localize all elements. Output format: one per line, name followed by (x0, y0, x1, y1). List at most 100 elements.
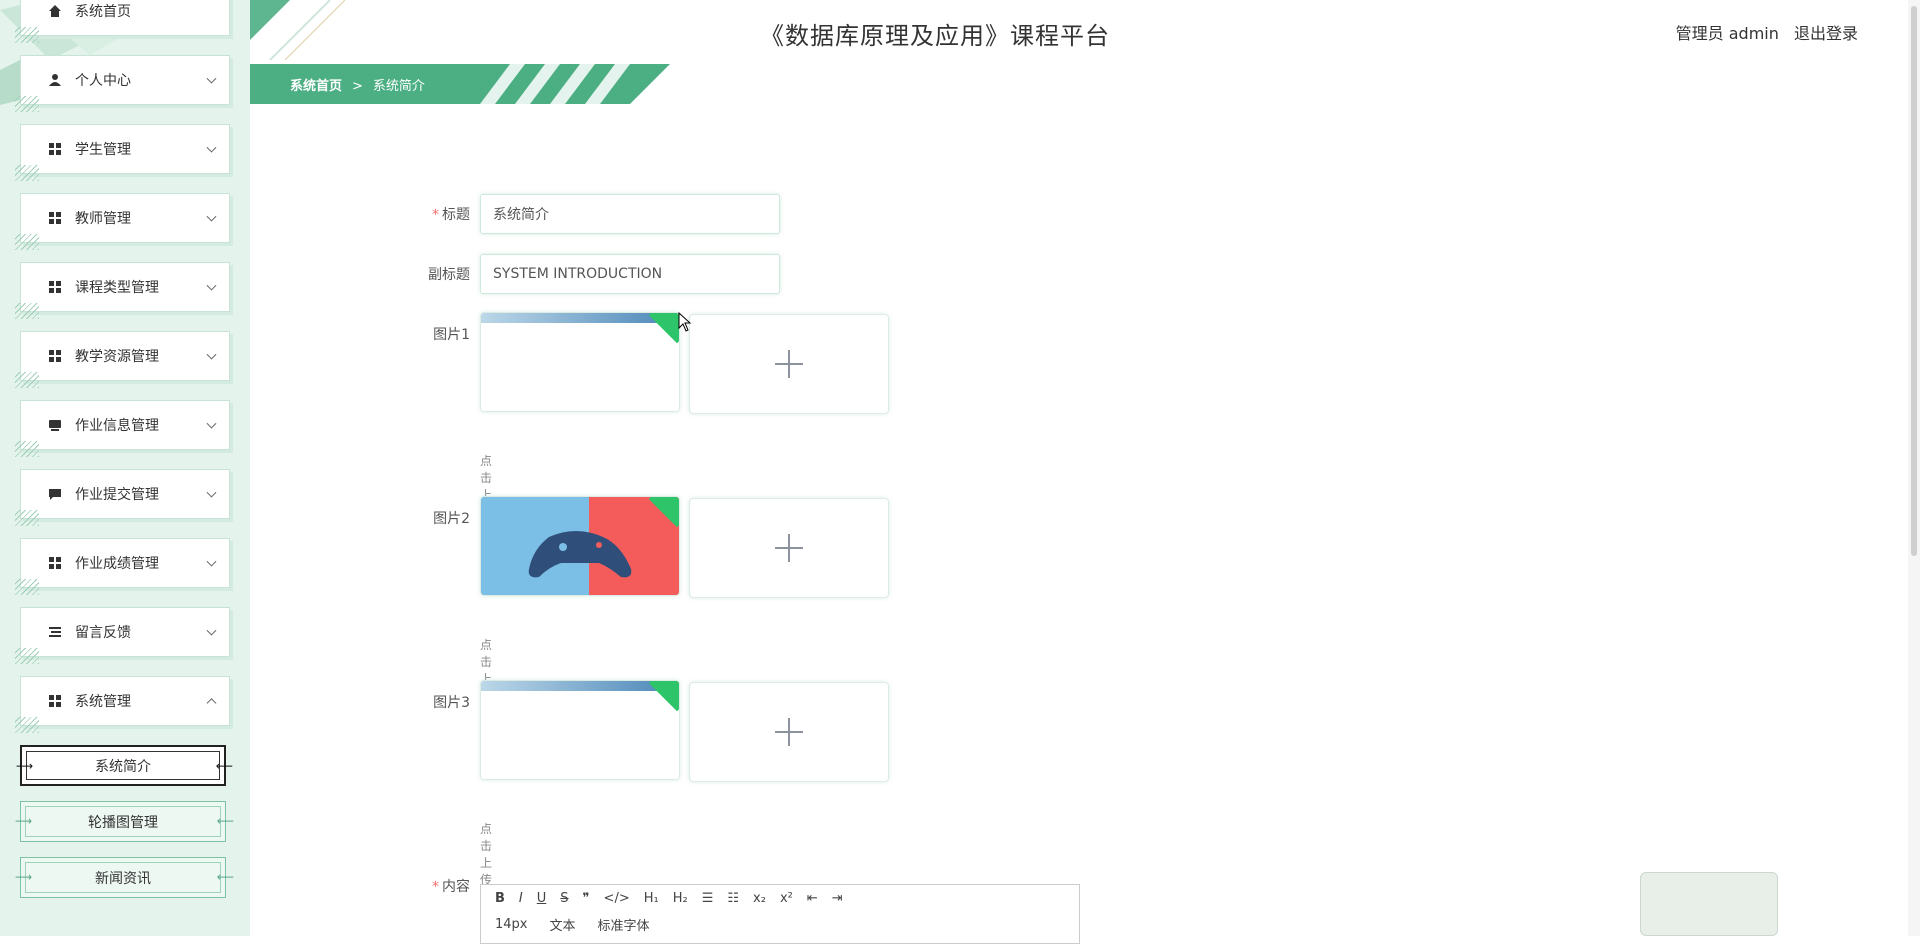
arrow-right-icon: ⟶ (16, 759, 33, 773)
breadcrumb-home[interactable]: 系统首页 (290, 79, 342, 94)
hatch-decoration (15, 27, 39, 43)
chevron-up-icon (206, 698, 217, 709)
editor-tool-1[interactable]: I (519, 891, 523, 906)
hatch-decoration (15, 579, 39, 595)
editor-tool-7[interactable]: H₂ (673, 891, 688, 906)
title-label: * 标题 (432, 207, 470, 223)
editor-tool-0[interactable]: B (495, 891, 505, 906)
hatch-decoration (15, 717, 39, 733)
sidebar-item-label: 学生管理 (75, 142, 131, 158)
logout-link[interactable]: 退出登录 (1794, 24, 1858, 43)
image2-thumbnail[interactable] (480, 496, 680, 596)
sidebar-item-7[interactable]: 作业提交管理 (15, 469, 230, 526)
sidebar-item-5[interactable]: 教学资源管理 (15, 331, 230, 388)
hatch-decoration (15, 165, 39, 181)
font-size-select[interactable]: 14px (495, 917, 528, 932)
gamepad-image (481, 497, 679, 595)
editor-tool-5[interactable]: </> (604, 891, 630, 906)
editor-tool-9[interactable]: ☷ (727, 891, 739, 906)
grid-icon (47, 693, 63, 709)
content-label: * 内容 (432, 879, 470, 895)
sidebar-item-label: 系统首页 (75, 4, 131, 20)
font-family-select[interactable]: 标准字体 (598, 915, 650, 934)
subtitle-label: 副标题 (428, 267, 470, 283)
user-bar: 管理员 admin 退出登录 (1666, 20, 1858, 44)
grid-icon (47, 141, 63, 157)
breadcrumb-separator: > (352, 79, 363, 94)
image1-label: 图片1 (433, 327, 470, 343)
subtitle-input[interactable]: SYSTEM INTRODUCTION (480, 254, 780, 294)
grid-icon (47, 279, 63, 295)
hatch-decoration (15, 96, 39, 112)
image3-label: 图片3 (433, 695, 470, 711)
editor-tool-10[interactable]: x₂ (753, 891, 766, 906)
image2-label: 图片2 (433, 511, 470, 527)
grid-icon (47, 555, 63, 571)
sidebar-item-label: 系统管理 (75, 694, 131, 710)
page-scrollbar[interactable] (1908, 0, 1920, 936)
sidebar-item-label: 留言反馈 (75, 625, 131, 641)
image3-upload-button[interactable] (689, 682, 889, 782)
sidebar-item-label: 教师管理 (75, 211, 131, 227)
chevron-down-icon (206, 556, 217, 567)
chevron-down-icon (206, 280, 217, 291)
sidebar-item-4[interactable]: 课程类型管理 (15, 262, 230, 319)
hatch-decoration (15, 441, 39, 457)
uploaded-badge-icon (648, 313, 679, 344)
editor-tool-12[interactable]: ⇤ (807, 891, 818, 906)
sidebar-item-10[interactable]: 系统管理 (15, 676, 230, 733)
plus-icon (775, 534, 803, 562)
scrollbar-thumb[interactable] (1911, 6, 1917, 556)
user-name: 管理员 admin (1675, 24, 1779, 43)
image2-upload-button[interactable] (689, 498, 889, 598)
chevron-down-icon (206, 142, 217, 153)
page-title: 《数据库原理及应用》课程平台 (760, 22, 1110, 50)
submenu-label: 新闻资讯 (95, 870, 151, 887)
chevron-down-icon (206, 418, 217, 429)
hatch-decoration (15, 510, 39, 526)
ime-widget[interactable] (1640, 872, 1778, 936)
submenu-item-1[interactable]: ⟶ ⟵ 轮播图管理 (15, 801, 234, 842)
chevron-down-icon (206, 73, 217, 84)
submenu-label: 轮播图管理 (88, 814, 158, 831)
plus-icon (775, 350, 803, 378)
block-type-select[interactable]: 文本 (550, 915, 576, 934)
image1-thumbnail[interactable] (480, 312, 680, 412)
hatch-decoration (15, 648, 39, 664)
image3-thumbnail[interactable] (480, 680, 680, 780)
title-input[interactable]: 系统简介 (480, 194, 780, 234)
chevron-down-icon (206, 625, 217, 636)
sidebar-item-3[interactable]: 教师管理 (15, 193, 230, 250)
editor-tool-11[interactable]: x² (780, 891, 793, 906)
grid-icon (47, 348, 63, 364)
sidebar-item-label: 课程类型管理 (75, 280, 159, 296)
hatch-decoration (15, 303, 39, 319)
arrow-right-icon: ⟶ (15, 814, 32, 828)
editor-tool-4[interactable]: ❞ (583, 891, 590, 906)
editor-toolbar: B I U S ❞ </> H₁ H₂ ☰ ☷ x₂ x² ⇤ ⇥ (481, 885, 1079, 911)
breadcrumb-current: 系统简介 (372, 79, 425, 94)
editor-tool-8[interactable]: ☰ (702, 891, 714, 906)
sidebar-item-8[interactable]: 作业成绩管理 (15, 538, 230, 595)
submenu-item-2[interactable]: ⟶ ⟵ 新闻资讯 (15, 857, 234, 898)
editor-tool-2[interactable]: U (537, 891, 547, 906)
image1-upload-button[interactable] (689, 314, 889, 414)
editor-tool-3[interactable]: S (560, 891, 568, 906)
arrow-left-icon: ⟵ (215, 759, 233, 773)
sidebar-item-6[interactable]: 作业信息管理 (15, 400, 230, 457)
sidebar-item-2[interactable]: 学生管理 (15, 124, 230, 181)
submenu-item-0[interactable]: ⟶ ⟵ 系统简介 (16, 745, 233, 786)
editor-tool-6[interactable]: H₁ (644, 891, 659, 906)
chevron-down-icon (206, 487, 217, 498)
sidebar-item-9[interactable]: 留言反馈 (15, 607, 230, 664)
rich-text-editor[interactable]: B I U S ❞ </> H₁ H₂ ☰ ☷ x₂ x² ⇤ ⇥ 14px 文本 标准字体 (480, 884, 1080, 944)
sidebar-item-label: 个人中心 (75, 73, 131, 89)
mouse-cursor-icon (678, 312, 692, 332)
sidebar-item-label: 作业成绩管理 (75, 556, 159, 572)
arrow-left-icon: ⟵ (216, 814, 234, 828)
editor-toolbar-row2: 14px 文本 标准字体 (481, 911, 1079, 937)
sidebar-item-0[interactable]: 系统首页 (15, 0, 230, 43)
plus-icon (775, 718, 803, 746)
editor-tool-13[interactable]: ⇥ (832, 891, 843, 906)
sidebar-item-1[interactable]: 个人中心 (15, 55, 230, 112)
